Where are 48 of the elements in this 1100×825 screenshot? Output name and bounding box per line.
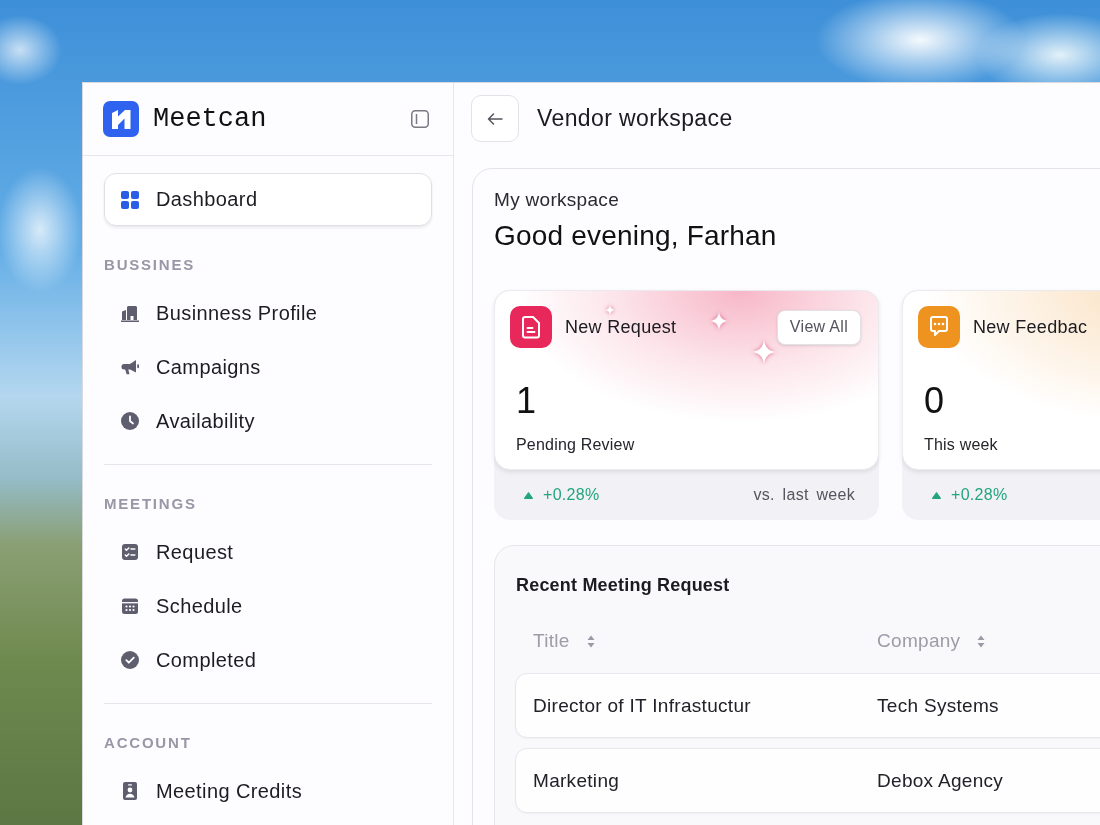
page-title: Vendor workspace (537, 105, 733, 132)
grid-icon (120, 189, 140, 210)
checklist-icon (120, 542, 140, 562)
table-cell: Debox Agency (877, 769, 1004, 792)
stat-caption: This week (924, 435, 999, 455)
stat-count: 1 (516, 379, 538, 423)
card-title: Recent Meeting Request (516, 574, 731, 596)
sort-icon (586, 634, 595, 648)
calendar-icon (120, 596, 140, 616)
building-icon (120, 303, 140, 323)
document-icon (510, 306, 552, 348)
nav-item[interactable]: Businness Profile (104, 286, 432, 340)
section-heading: MEETINGS (104, 495, 198, 513)
nav-item[interactable]: Meeting Credits (104, 764, 432, 818)
comparison-label: vs. last week (753, 486, 855, 504)
workspace-label: My workspace (494, 189, 621, 211)
stat-title: New Feedbac (973, 316, 1088, 338)
change-value: +0.28% (543, 486, 600, 504)
view-all-button[interactable]: View All (776, 309, 861, 345)
table-cell-text: Marketing (533, 769, 621, 792)
megaphone-icon (120, 357, 140, 377)
change-value: +0.28% (951, 486, 1008, 504)
check-circle-icon (120, 650, 140, 670)
nav-item[interactable]: Dashboard (104, 173, 432, 226)
back-button[interactable] (471, 95, 519, 142)
table-row[interactable]: Director of IT Infrastuctur Tech Systems (515, 673, 1100, 738)
nav-item[interactable]: Request (104, 525, 432, 579)
section-heading: BUSSINES (104, 256, 197, 274)
chat-icon (918, 306, 960, 348)
arrow-left-icon (487, 112, 503, 125)
stat-caption: Pending Review (516, 435, 636, 455)
nav-item[interactable]: Availability (104, 394, 432, 448)
nav-item[interactable]: Completed (104, 633, 432, 687)
id-badge-icon (120, 781, 140, 801)
stat-count: 0 (924, 379, 946, 423)
sort-icon (977, 634, 986, 648)
greeting: Good evening, Farhan (494, 220, 778, 252)
section-heading: ACCOUNT (104, 734, 193, 752)
table-cell-text: Director of IT Infrastuctur (533, 694, 752, 717)
nav-item[interactable]: Campaigns (104, 340, 432, 394)
sidebar-toggle-icon[interactable] (411, 110, 429, 128)
logo-icon (103, 101, 139, 137)
table-row[interactable]: Marketing Debox Agency (515, 748, 1100, 813)
stat-title: New Request (565, 316, 677, 338)
brand-name: Meetcan (153, 104, 267, 134)
clock-icon (120, 411, 140, 431)
nav-item[interactable]: Schedule (104, 579, 432, 633)
table-cell: Tech Systems (877, 694, 999, 717)
